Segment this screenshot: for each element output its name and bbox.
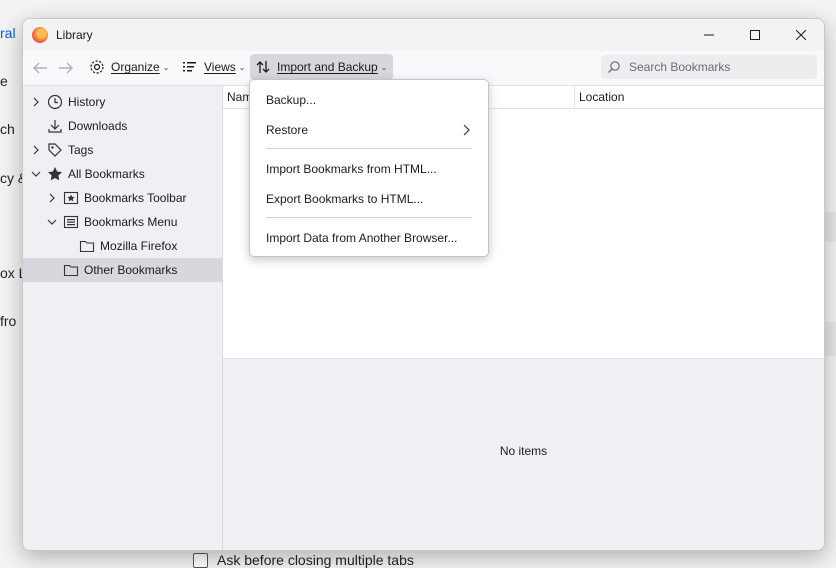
- chevron-down-icon: ⌄: [380, 62, 388, 72]
- import-backup-button[interactable]: Import and Backup ⌄: [250, 54, 394, 80]
- sidebar-item-label: Bookmarks Menu: [84, 215, 178, 229]
- chevron-right-icon[interactable]: [45, 191, 59, 205]
- back-button[interactable]: [30, 59, 50, 77]
- views-button[interactable]: Views ⌄: [178, 54, 250, 80]
- column-location[interactable]: Location: [575, 86, 824, 108]
- menu-separator: [266, 217, 472, 218]
- search-icon: [608, 61, 620, 73]
- menu-item-label: Restore: [266, 123, 309, 137]
- menu-item-export-html[interactable]: Export Bookmarks to HTML...: [250, 185, 488, 213]
- bg-nav-search[interactable]: ch: [0, 121, 15, 137]
- close-button[interactable]: [778, 19, 824, 51]
- sidebar-item-label: Downloads: [68, 119, 128, 133]
- sidebar-item-label: Bookmarks Toolbar: [84, 191, 187, 205]
- details-pane: No items: [223, 358, 824, 550]
- clock-icon: [47, 94, 63, 110]
- sidebar-tree: History Downloads Tags All Bookmarks Boo…: [23, 86, 223, 550]
- maximize-icon: [750, 30, 760, 40]
- search-input[interactable]: [627, 59, 811, 75]
- search-box[interactable]: [601, 55, 817, 79]
- forward-button[interactable]: [56, 59, 76, 77]
- bookmarks-menu-icon: [63, 214, 79, 230]
- menu-item-backup[interactable]: Backup...: [250, 86, 488, 114]
- organize-button[interactable]: Organize ⌄: [85, 54, 173, 80]
- folder-icon: [79, 238, 95, 254]
- download-icon: [47, 118, 63, 134]
- minimize-icon: [704, 34, 714, 36]
- arrow-right-icon: [59, 62, 73, 74]
- views-label: Views: [204, 60, 236, 74]
- sidebar-item-all-bookmarks[interactable]: All Bookmarks: [23, 162, 222, 186]
- sidebar-item-history[interactable]: History: [23, 90, 222, 114]
- star-icon: [47, 166, 63, 182]
- arrow-left-icon: [33, 62, 47, 74]
- menu-item-label: Import Data from Another Browser...: [266, 231, 458, 245]
- firefox-logo-icon: [32, 27, 48, 43]
- menu-item-import-html[interactable]: Import Bookmarks from HTML...: [250, 155, 488, 183]
- sidebar-item-tags[interactable]: Tags: [23, 138, 222, 162]
- sidebar-item-bookmarks-menu[interactable]: Bookmarks Menu: [23, 210, 222, 234]
- bg-checkbox[interactable]: [193, 552, 208, 568]
- import-export-arrows-icon: [256, 61, 270, 73]
- folder-icon: [63, 262, 79, 278]
- sidebar-item-label: Mozilla Firefox: [100, 239, 178, 253]
- chevron-down-icon: ⌄: [238, 62, 246, 72]
- bg-nav-home[interactable]: e: [0, 73, 8, 89]
- maximize-button[interactable]: [732, 19, 778, 51]
- import-backup-label: Import and Backup: [277, 60, 378, 74]
- sidebar-item-label: Tags: [68, 143, 94, 157]
- menu-separator: [266, 148, 472, 149]
- chevron-right-icon[interactable]: [29, 95, 43, 109]
- organize-label: Organize: [111, 60, 160, 74]
- chevron-right-icon[interactable]: [29, 143, 43, 157]
- bookmarks-toolbar-icon: [63, 190, 79, 206]
- sidebar-item-label: All Bookmarks: [68, 167, 145, 181]
- minimize-button[interactable]: [686, 19, 732, 51]
- sidebar-item-bookmarks-toolbar[interactable]: Bookmarks Toolbar: [23, 186, 222, 210]
- menu-item-label: Backup...: [266, 93, 317, 107]
- empty-state-text: No items: [499, 444, 548, 458]
- bg-nav-general[interactable]: ral: [0, 25, 16, 41]
- menu-item-restore[interactable]: Restore: [250, 116, 488, 144]
- menu-item-import-browser[interactable]: Import Data from Another Browser...: [250, 224, 488, 252]
- bg-nav-more-from[interactable]: fro: [0, 313, 16, 329]
- sidebar-item-mozilla-firefox[interactable]: Mozilla Firefox: [23, 234, 222, 258]
- chevron-down-icon[interactable]: [29, 167, 43, 181]
- tag-icon: [47, 142, 63, 158]
- list-view-icon: [183, 62, 196, 72]
- chevron-right-icon: [463, 124, 470, 136]
- chevron-down-icon[interactable]: [45, 215, 59, 229]
- gear-icon: [90, 60, 104, 74]
- sidebar-item-label: Other Bookmarks: [84, 263, 178, 277]
- sidebar-item-other-bookmarks[interactable]: Other Bookmarks: [23, 258, 222, 282]
- close-icon: [796, 30, 806, 40]
- menu-item-label: Import Bookmarks from HTML...: [266, 162, 437, 176]
- title-bar[interactable]: Library: [23, 19, 824, 51]
- column-location-label: Location: [579, 90, 625, 104]
- sidebar-item-downloads[interactable]: Downloads: [23, 114, 222, 138]
- sidebar-item-label: History: [68, 95, 106, 109]
- chevron-down-icon: ⌄: [162, 62, 170, 72]
- menu-item-label: Export Bookmarks to HTML...: [266, 192, 424, 206]
- window-title: Library: [56, 28, 93, 42]
- import-backup-menu: Backup... Restore Import Bookmarks from …: [249, 79, 489, 257]
